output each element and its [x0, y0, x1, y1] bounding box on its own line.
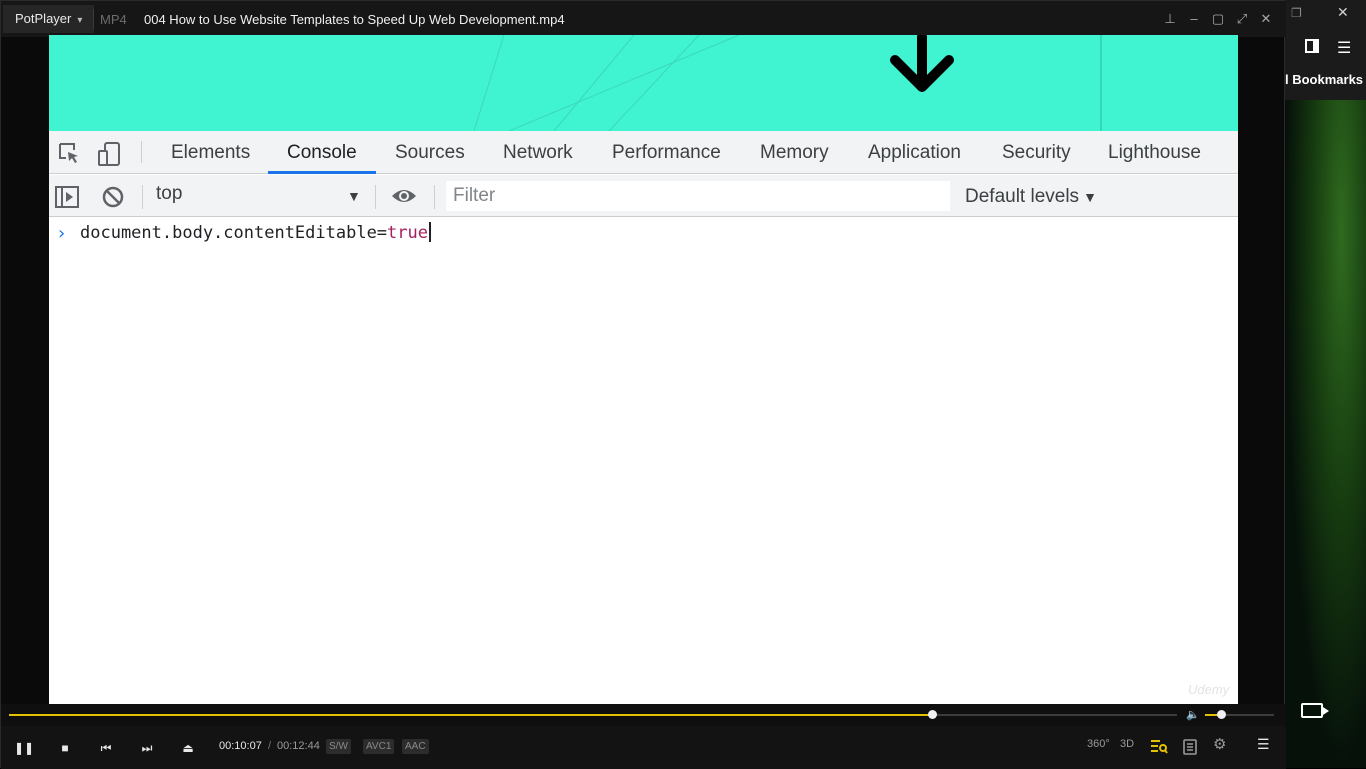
playlist-icon[interactable] [1150, 738, 1168, 754]
time-separator: / [268, 740, 272, 752]
active-tab-indicator [268, 171, 376, 174]
tab-sources[interactable]: Sources [395, 142, 465, 164]
seek-slider[interactable] [9, 710, 1177, 719]
chapters-icon[interactable] [1183, 739, 1197, 755]
next-icon[interactable]: ⏭ [136, 737, 158, 759]
decorative-lines [473, 35, 740, 131]
minimize-icon[interactable]: – [1185, 10, 1203, 28]
clear-console-icon[interactable] [101, 185, 125, 209]
maximize-icon[interactable]: ▢ [1209, 10, 1227, 28]
hero-divider [1100, 35, 1102, 131]
devtools-tab-bar: Elements Console Sources Network Perform… [49, 131, 1238, 174]
command-text: document.body.contentEditable= [80, 223, 388, 243]
prompt-chevron-icon: › [56, 223, 67, 244]
close-icon[interactable]: ✕ [1257, 10, 1275, 28]
log-levels-label: Default levels [965, 186, 1080, 207]
background-browser: ❐ ✕ ☰ l Bookmarks [1285, 0, 1366, 768]
stop-icon[interactable]: ■ [54, 737, 76, 759]
controls-bar: ❚❚ ■ ⏮ ⏭ ⏏ 00:10:07 / 00:12:44 S/W AVC1 … [1, 726, 1286, 769]
pin-icon[interactable]: ⊥ [1161, 10, 1179, 28]
text-caret [429, 222, 431, 242]
title-bar: PotPlayer ▾ MP4 004 How to Use Website Te… [1, 1, 1286, 37]
tab-elements[interactable]: Elements [171, 142, 250, 164]
volume-slider[interactable] [1205, 710, 1274, 719]
device-toolbar-icon[interactable] [97, 141, 123, 167]
file-title: 004 How to Use Website Templates to Spee… [144, 12, 565, 27]
fullscreen-icon[interactable]: ⤢ [1233, 10, 1251, 28]
console-output[interactable]: › document.body.contentEditable=true Ude… [49, 218, 1238, 704]
dropdown-caret-icon: ▼ [347, 188, 361, 204]
tab-application[interactable]: Application [868, 142, 961, 164]
video-frame[interactable]: Elements Console Sources Network Perform… [49, 35, 1238, 704]
menu-icon[interactable]: ☰ [1337, 38, 1351, 58]
page-hero [49, 35, 1238, 131]
codec-badge-audio[interactable]: AAC [402, 739, 429, 754]
background-toolbar: ❐ ✕ ☰ l Bookmarks [1285, 0, 1366, 100]
filter-input[interactable] [446, 181, 950, 211]
command-value: true [387, 223, 428, 243]
app-menu-label: PotPlayer [15, 11, 72, 26]
app-menu-button[interactable]: PotPlayer ▾ [3, 5, 95, 33]
restore-icon[interactable]: ❐ [1291, 6, 1302, 20]
toolbar-separator [142, 185, 143, 209]
tab-performance[interactable]: Performance [612, 142, 721, 164]
camera-icon[interactable] [1301, 703, 1329, 718]
context-value: top [156, 183, 183, 204]
log-levels-dropdown[interactable]: Default levels ▼ [965, 186, 1097, 208]
format-label: MP4 [100, 12, 127, 27]
tab-security[interactable]: Security [1002, 142, 1071, 164]
sidebar-toggle-icon[interactable] [54, 185, 80, 209]
live-expression-eye-icon[interactable] [390, 185, 418, 207]
toolbar-separator [141, 141, 142, 163]
eject-icon[interactable]: ⏏ [177, 737, 199, 759]
sidebar-icon[interactable] [1305, 39, 1319, 53]
close-icon[interactable]: ✕ [1337, 4, 1349, 21]
total-time[interactable]: 00:12:44 [277, 740, 320, 752]
title-separator [93, 9, 94, 29]
codec-badge-sw[interactable]: S/W [326, 739, 351, 754]
tab-console[interactable]: Console [287, 142, 357, 164]
console-toolbar: top ▼ Default levels▼ [49, 175, 1238, 217]
tab-lighthouse[interactable]: Lighthouse [1108, 142, 1201, 164]
inspect-element-icon[interactable] [57, 141, 81, 165]
previous-icon[interactable]: ⏮ [95, 737, 117, 759]
dropdown-caret-icon: ▼ [1083, 189, 1097, 205]
udemy-watermark: Udemy [1188, 682, 1230, 697]
down-arrow-icon [890, 35, 954, 92]
codec-badge-video[interactable]: AVC1 [363, 739, 395, 754]
seek-progress-fill [9, 714, 932, 716]
toolbar-separator [375, 185, 376, 209]
fern-wallpaper [1285, 100, 1366, 768]
stereo-3d-button[interactable]: 3D [1120, 738, 1134, 750]
vr-360-button[interactable]: 360° [1087, 738, 1110, 750]
chevron-down-icon: ▾ [77, 15, 83, 26]
volume-handle[interactable] [1216, 710, 1226, 719]
tab-memory[interactable]: Memory [760, 142, 829, 164]
menu-icon[interactable]: ☰ [1257, 736, 1270, 753]
seek-handle[interactable] [927, 710, 937, 719]
bookmarks-label[interactable]: l Bookmarks [1285, 72, 1363, 87]
settings-icon[interactable]: ⚙ [1213, 735, 1226, 753]
toolbar-separator [434, 185, 435, 209]
current-time[interactable]: 00:10:07 [219, 740, 262, 752]
player-window: PotPlayer ▾ MP4 004 How to Use Website Te… [0, 0, 1286, 769]
console-input-line[interactable]: document.body.contentEditable=true [80, 222, 431, 243]
pause-icon[interactable]: ❚❚ [13, 737, 35, 759]
seek-bar-area: 🔈 [1, 704, 1286, 726]
tab-network[interactable]: Network [503, 142, 573, 164]
volume-icon[interactable]: 🔈 [1186, 708, 1200, 721]
